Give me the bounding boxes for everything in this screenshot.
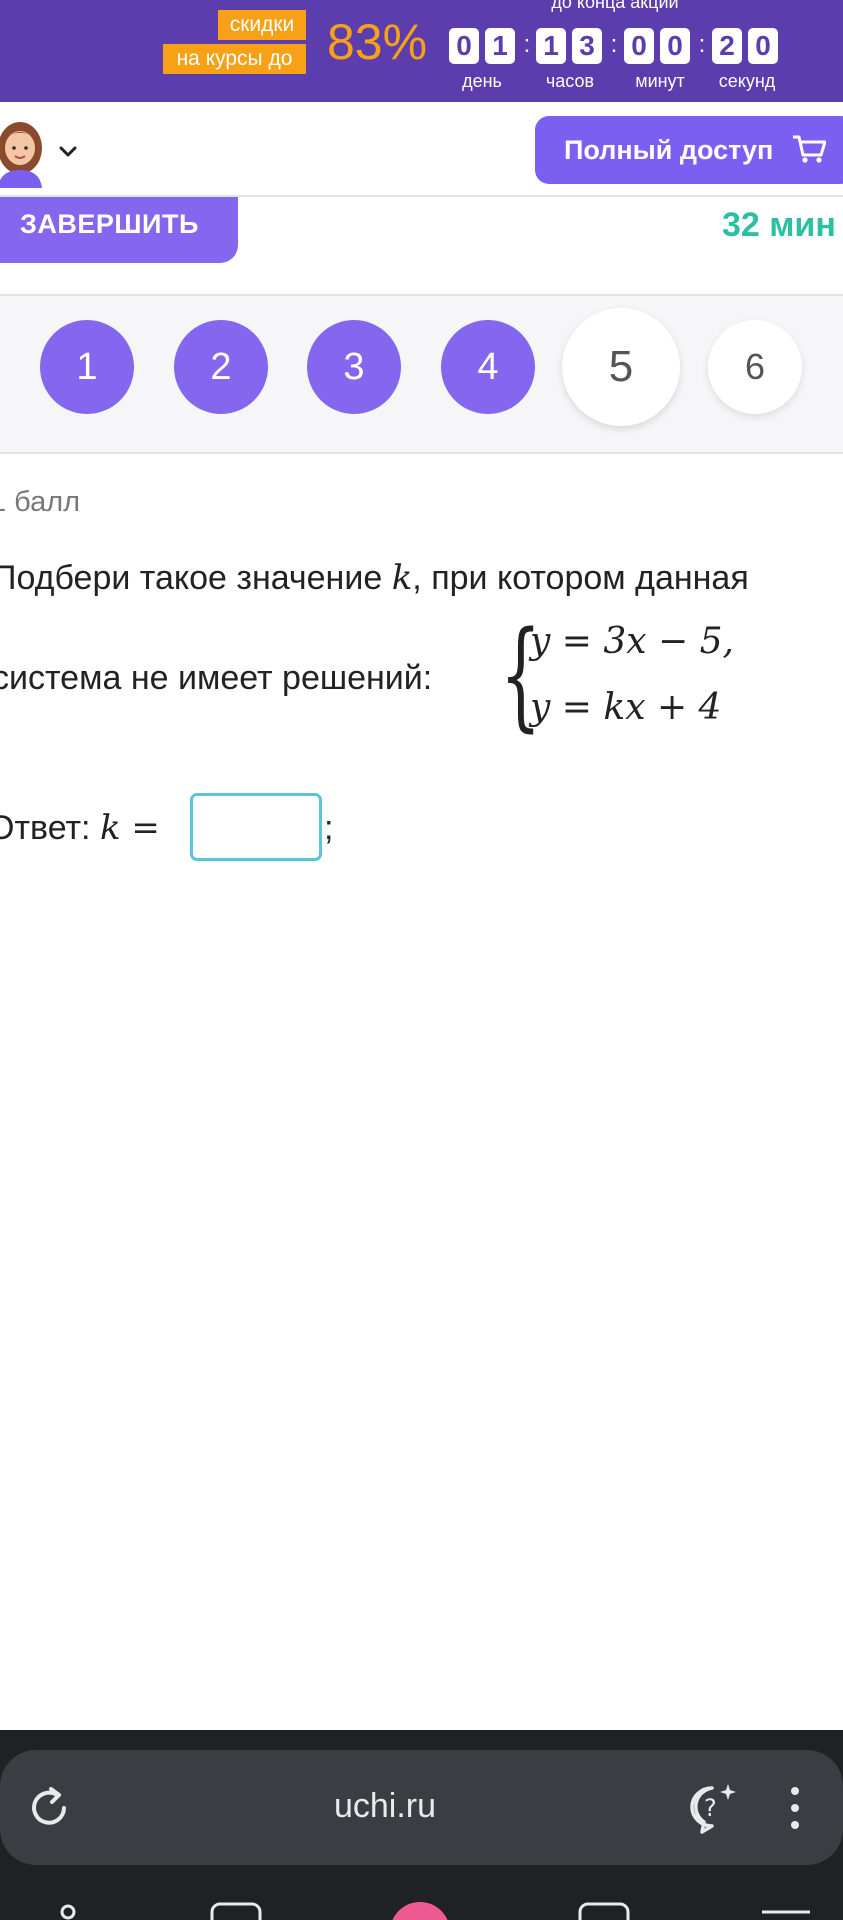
ai-assistant-icon[interactable]: ? bbox=[686, 1780, 742, 1836]
answer-label: Ответ: k = bbox=[0, 806, 160, 850]
question-nav-item-6[interactable]: 6 bbox=[708, 320, 802, 414]
more-vert-icon[interactable] bbox=[780, 1784, 810, 1834]
question-nav-item-2[interactable]: 2 bbox=[174, 320, 268, 414]
countdown-unit-days: день bbox=[462, 71, 502, 91]
equation-2: y = kx + 4 bbox=[530, 687, 722, 728]
countdown-unit-seconds: секунд bbox=[718, 71, 776, 91]
math-variable: k bbox=[391, 558, 413, 598]
question-nav-item-4[interactable]: 4 bbox=[441, 320, 535, 414]
promo-tag-discounts: скидки bbox=[218, 10, 306, 40]
equation-1: y = 3x − 5, bbox=[530, 621, 734, 662]
promo-percent: 83% bbox=[327, 14, 428, 70]
finish-button[interactable]: ЗАВЕРШИТЬ bbox=[0, 197, 238, 263]
countdown-title: до конца акции bbox=[551, 0, 679, 12]
math-variable: k bbox=[99, 808, 121, 848]
question-nav-item-1[interactable]: 1 bbox=[40, 320, 134, 414]
chevron-down-icon[interactable] bbox=[56, 140, 80, 164]
cart-icon bbox=[793, 135, 826, 163]
countdown-unit-hours: часов bbox=[545, 71, 595, 91]
reload-icon[interactable] bbox=[24, 1783, 74, 1833]
task-points: 1 балл bbox=[0, 486, 81, 518]
question-nav-item-5[interactable]: 5 bbox=[562, 308, 680, 426]
countdown-digit: 0 bbox=[449, 28, 479, 64]
countdown-digit: 3 bbox=[572, 28, 602, 64]
answer-equals: = bbox=[120, 808, 160, 848]
answer-prefix: Ответ: bbox=[0, 809, 91, 847]
countdown-digit: 0 bbox=[624, 28, 654, 64]
tabs-icon[interactable] bbox=[208, 1900, 264, 1920]
chat-icon[interactable] bbox=[576, 1900, 632, 1920]
task-text: Подбери такое значение bbox=[0, 559, 392, 597]
url-text[interactable]: uchi.ru bbox=[300, 1782, 470, 1830]
app-header: Полный доступ bbox=[0, 102, 843, 197]
nav-icon[interactable] bbox=[40, 1900, 80, 1920]
countdown-digit: 0 bbox=[660, 28, 690, 64]
countdown-digit: 0 bbox=[748, 28, 778, 64]
answer-suffix: ; bbox=[324, 809, 334, 847]
promo-banner[interactable]: скидки на курсы до 83% до конца акции 0 … bbox=[0, 0, 843, 102]
svg-text:?: ? bbox=[704, 1794, 717, 1822]
task-text-line2: система не имеет решений: bbox=[0, 659, 433, 697]
avatar[interactable] bbox=[0, 118, 48, 188]
question-nav-item-3[interactable]: 3 bbox=[307, 320, 401, 414]
countdown-digit: 1 bbox=[536, 28, 566, 64]
home-icon[interactable] bbox=[388, 1900, 452, 1920]
menu-icon[interactable] bbox=[758, 1900, 814, 1920]
answer-input[interactable] bbox=[190, 793, 322, 861]
equation-system: { y = 3x − 5, y = kx + 4 bbox=[500, 605, 760, 750]
countdown-separator: : bbox=[698, 31, 706, 58]
countdown-separator: : bbox=[523, 31, 531, 58]
promo-tag-courses: на курсы до bbox=[163, 44, 306, 74]
countdown-digit: 1 bbox=[485, 28, 515, 64]
countdown-unit-minutes: минут bbox=[635, 71, 685, 91]
task-text-line1: Подбери такое значение k, при котором да… bbox=[0, 556, 749, 600]
countdown-digit: 2 bbox=[712, 28, 742, 64]
timer-text: 32 мин bbox=[722, 206, 836, 244]
countdown-separator: : bbox=[610, 31, 618, 58]
task-text: , при котором данная bbox=[412, 559, 749, 597]
